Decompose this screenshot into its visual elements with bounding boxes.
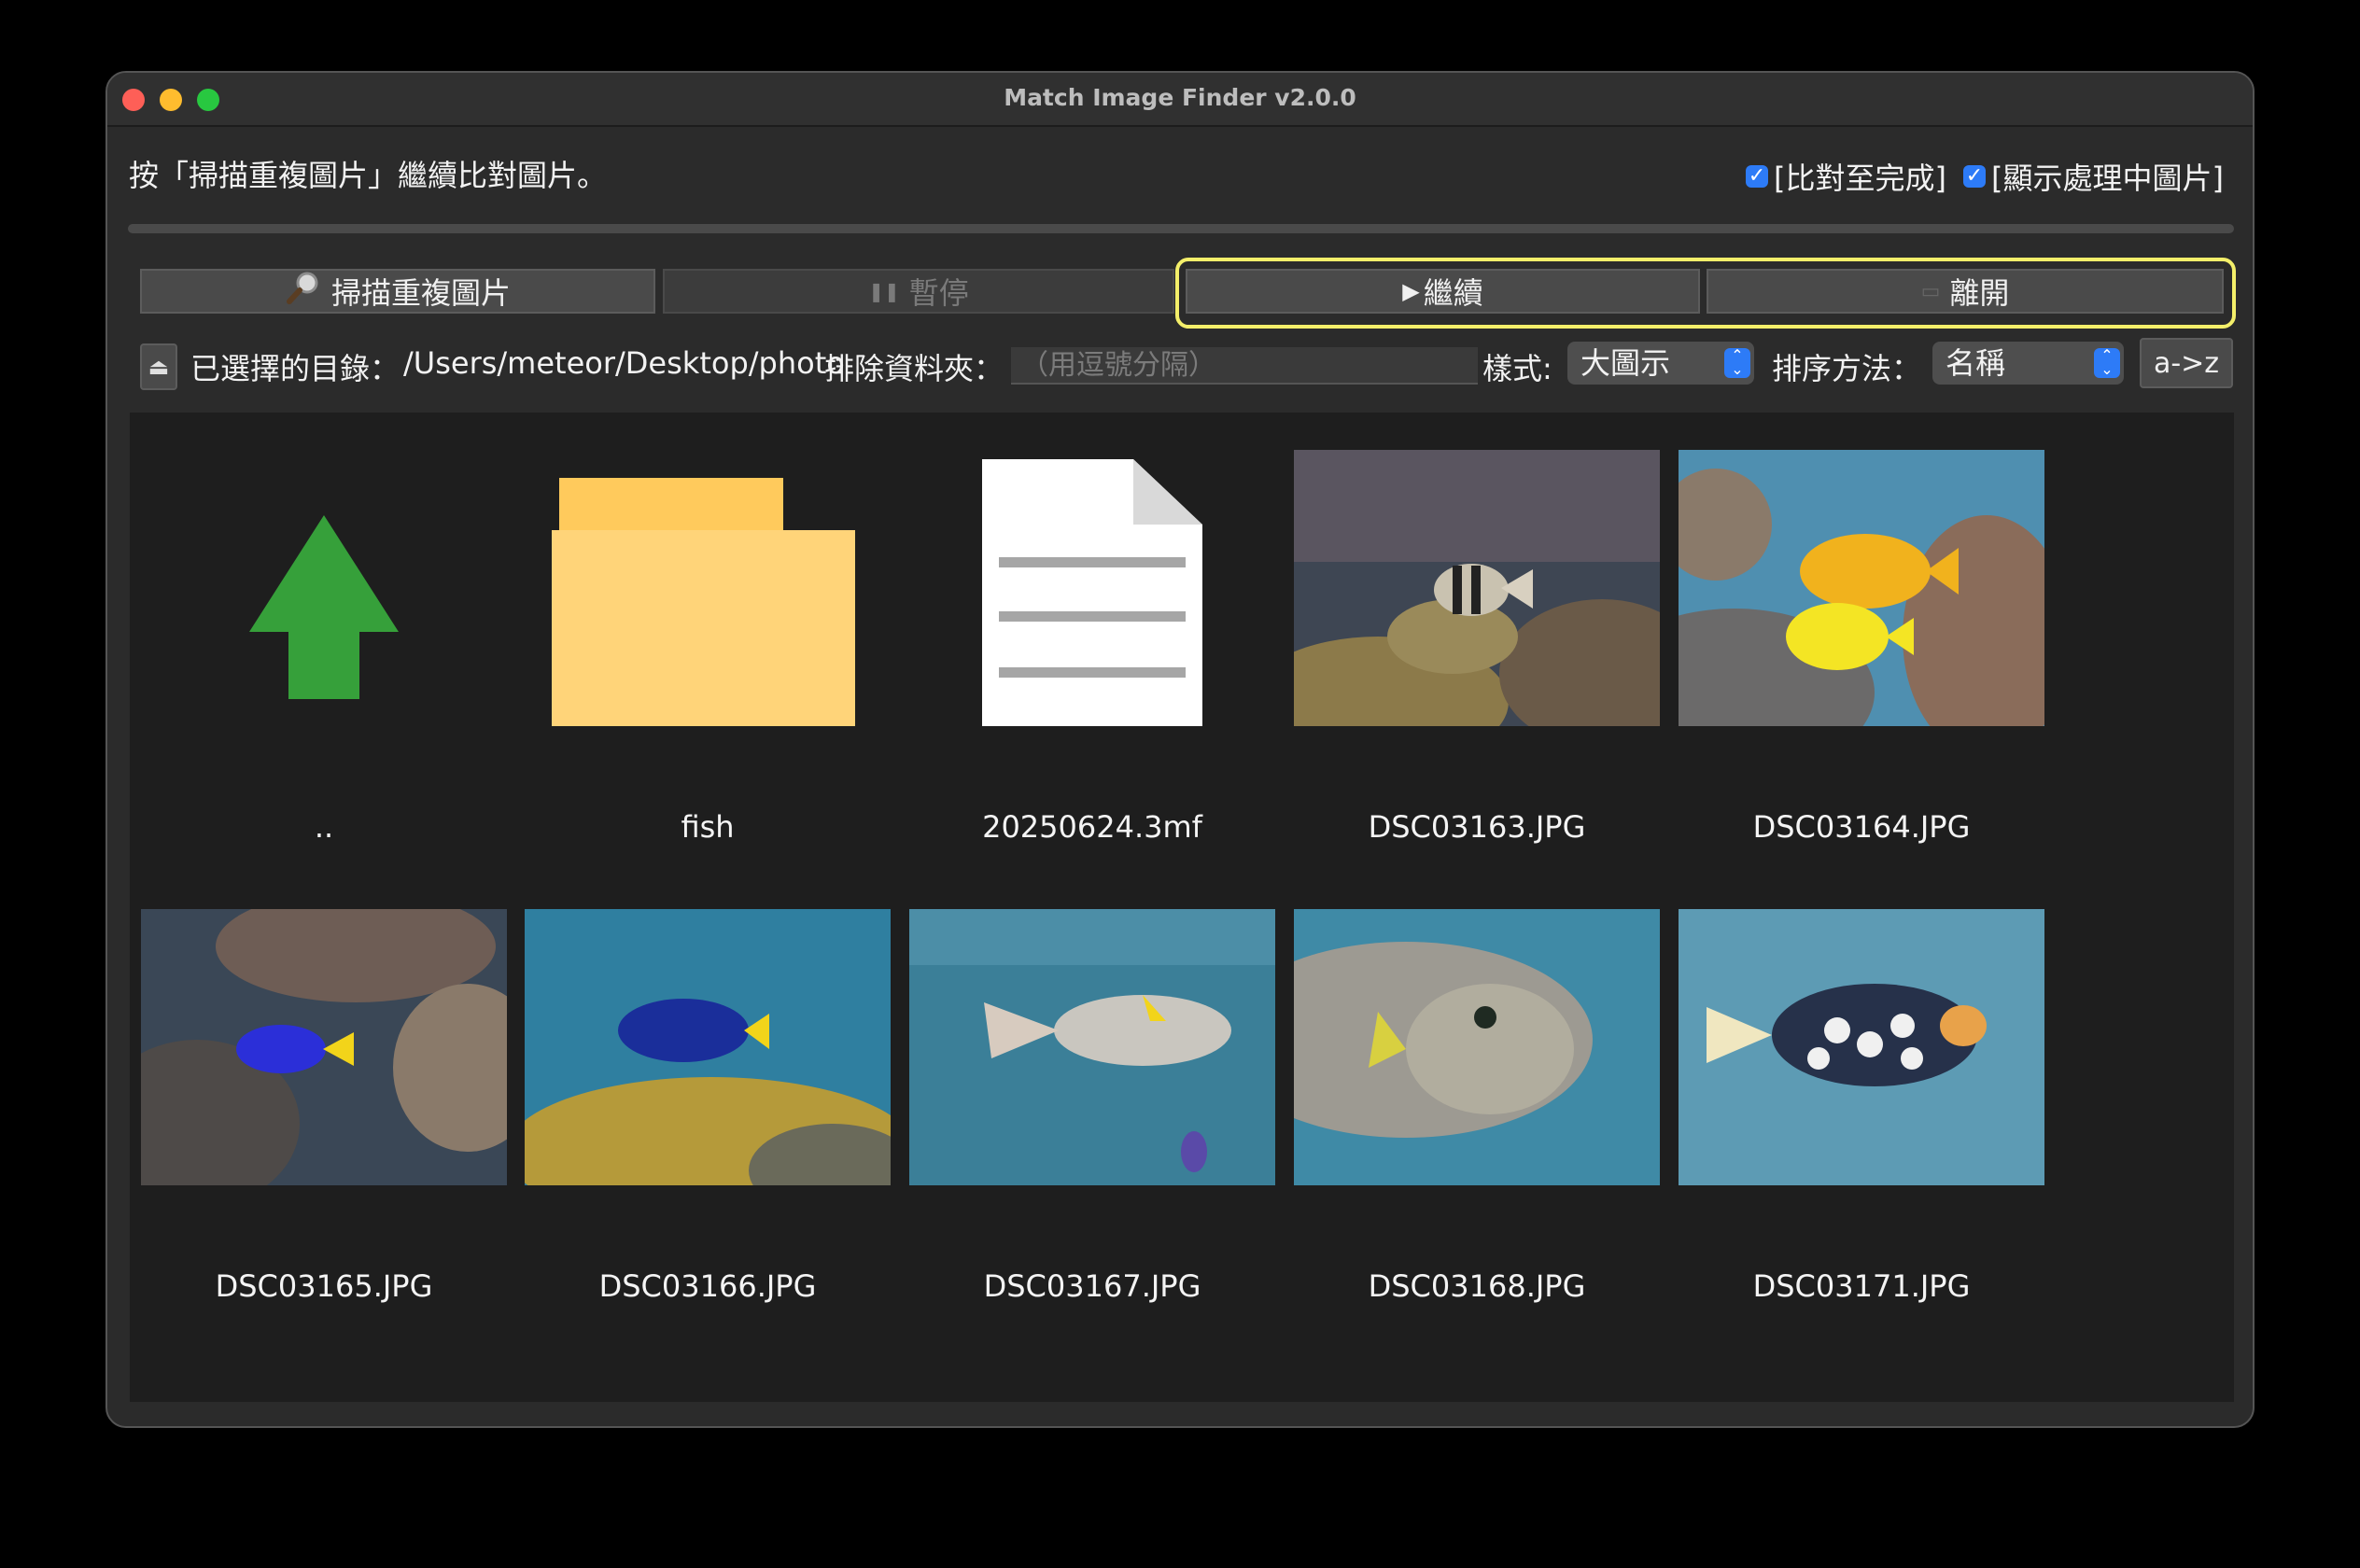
title-bar: Match Image Finder v2.0.0 (107, 73, 2253, 127)
item-name: DSC03163.JPG (1368, 809, 1586, 845)
style-select-value: 大圖示 (1580, 345, 1671, 381)
thumbnail (909, 450, 1275, 726)
thumbnail (1679, 909, 2044, 1185)
chevron-updown-icon: ⌃ ⌄ (2094, 348, 2120, 378)
window-title: Match Image Finder v2.0.0 (1004, 84, 1356, 111)
eject-icon[interactable]: ⏏ (140, 343, 177, 390)
app-window: Match Image Finder v2.0.0 按「掃描重複圖片」繼續比對圖… (105, 71, 2255, 1428)
file-gallery: .. fish 20250624.3mf DSC03163.JPG DSC031… (130, 413, 2234, 1402)
item-name: fish (681, 809, 735, 845)
show-processing-images-label: [顯示處理中圖片] (1991, 161, 2224, 196)
sort-order-button[interactable]: a->z (2140, 338, 2233, 388)
status-message: 按「掃描重複圖片」繼續比對圖片。 (129, 158, 608, 193)
selected-directory-label: 已選擇的目錄： (190, 351, 400, 386)
gallery-item-file[interactable]: 20250624.3mf (909, 450, 1275, 907)
gallery-item-image[interactable]: DSC03167.JPG (909, 909, 1275, 1366)
gallery-item-image[interactable]: DSC03171.JPG (1679, 909, 2044, 1366)
gallery-item-folder[interactable]: fish (525, 450, 891, 907)
gallery-item-image[interactable]: DSC03165.JPG (141, 909, 507, 1366)
fish-photo-icon (1294, 450, 1660, 726)
compare-to-completion-label: [比對至完成] (1774, 161, 1946, 196)
sort-select-value: 名稱 (1946, 345, 2006, 381)
fish-photo-icon (1679, 909, 2044, 1185)
scan-duplicates-label: 掃描重複圖片 (330, 275, 511, 311)
thumbnail (141, 450, 507, 726)
checkmark-icon: ✓ (1963, 165, 1986, 188)
scan-duplicates-button[interactable]: 掃描重複圖片 (140, 269, 655, 314)
thumbnail (141, 909, 507, 1185)
pause-button[interactable]: ❚❚ 暫停 (663, 269, 1174, 314)
checkmark-icon: ✓ (1746, 165, 1768, 188)
fish-photo-icon (1679, 450, 2044, 726)
selected-directory-path: /Users/meteor/Desktop/photo (403, 345, 845, 381)
fish-photo-icon (141, 909, 507, 1185)
fish-photo-icon (525, 909, 891, 1185)
exclude-folders-input[interactable] (1011, 347, 1478, 385)
up-arrow-icon (249, 515, 399, 699)
gallery-item-image[interactable]: DSC03163.JPG (1294, 450, 1660, 907)
fish-photo-icon (1294, 909, 1660, 1185)
thumbnail (525, 450, 891, 726)
item-name: DSC03171.JPG (1752, 1268, 1971, 1304)
gallery-item-image[interactable]: DSC03166.JPG (525, 909, 891, 1366)
thumbnail (1294, 909, 1660, 1185)
show-processing-images-checkbox[interactable]: ✓ [顯示處理中圖片] (1963, 155, 2224, 198)
magnifier-icon (285, 269, 322, 314)
item-name: DSC03164.JPG (1752, 809, 1971, 845)
item-name: DSC03167.JPG (983, 1268, 1201, 1304)
pause-icon: ❚❚ (868, 280, 900, 302)
chevron-updown-icon: ⌃ ⌄ (1724, 348, 1750, 378)
progress-bar (128, 224, 2234, 233)
folder-icon (552, 478, 855, 726)
item-name: DSC03166.JPG (598, 1268, 817, 1304)
item-name: DSC03165.JPG (215, 1268, 433, 1304)
sort-select[interactable]: 名稱 ⌃ ⌄ (1932, 342, 2124, 385)
gallery-item-image[interactable]: DSC03168.JPG (1294, 909, 1660, 1366)
style-select[interactable]: 大圖示 ⌃ ⌄ (1567, 342, 1754, 385)
document-icon (982, 459, 1202, 726)
gallery-item-image[interactable]: DSC03164.JPG (1679, 450, 2044, 907)
item-name: DSC03168.JPG (1368, 1268, 1586, 1304)
style-label: 樣式: (1482, 351, 1552, 386)
sort-method-label: 排序方法： (1772, 351, 1922, 386)
exclude-folders-label: 排除資料夾： (824, 351, 1004, 386)
item-name: 20250624.3mf (982, 809, 1202, 845)
focus-highlight (1175, 258, 2236, 329)
thumbnail (525, 909, 891, 1185)
thumbnail (1294, 450, 1660, 726)
item-name: .. (314, 809, 334, 845)
thumbnail (909, 909, 1275, 1185)
gallery-item-parent[interactable]: .. (141, 450, 507, 907)
pause-label: 暫停 (908, 275, 969, 311)
fish-photo-icon (909, 909, 1275, 1185)
compare-to-completion-checkbox[interactable]: ✓ [比對至完成] (1746, 155, 1946, 198)
thumbnail (1679, 450, 2044, 726)
